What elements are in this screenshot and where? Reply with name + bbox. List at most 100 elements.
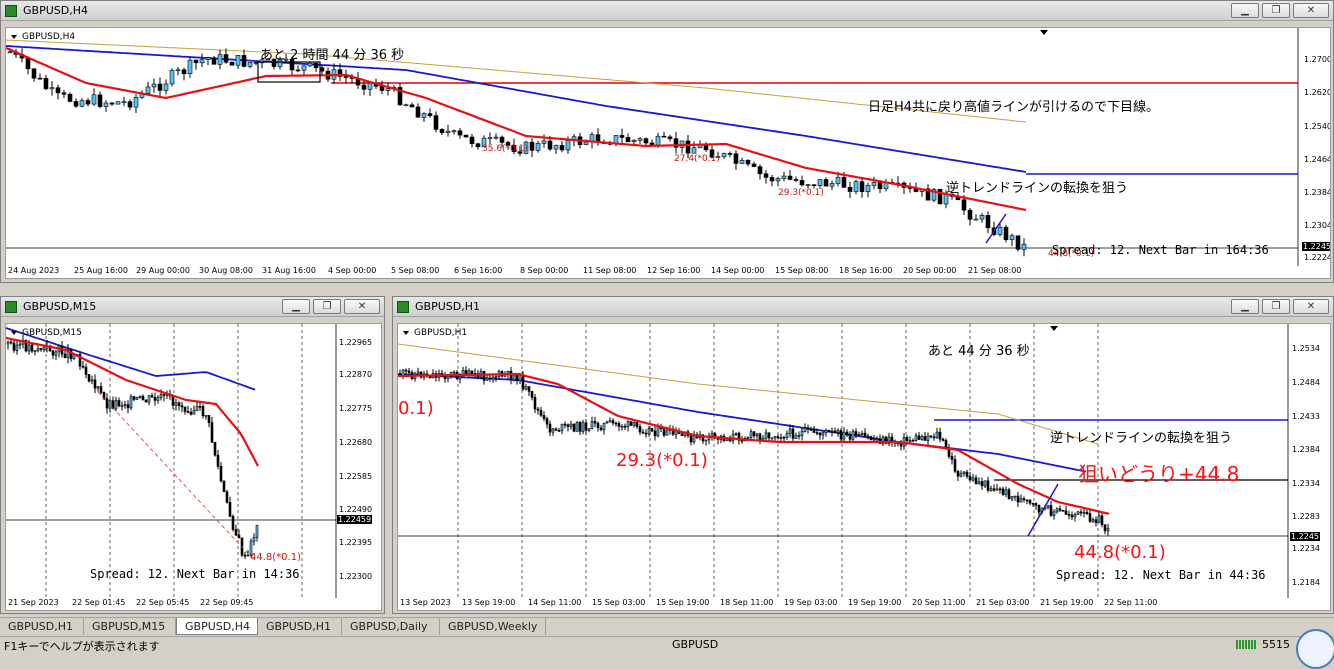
minimize-button[interactable]: ▁ [282,299,310,314]
restore-button[interactable]: ❐ [313,299,341,314]
candle-body [18,343,22,346]
candle-body [1049,505,1053,516]
candle-body [39,348,43,350]
candle-body [799,180,805,186]
candle-body [989,488,993,491]
candle-body [974,477,978,484]
candle-body [877,182,883,190]
candle-body [841,176,847,188]
close-button[interactable]: ✕ [1293,3,1329,18]
candle-body [174,402,178,406]
candle-body [1061,510,1065,512]
candle-body [917,435,921,440]
candle-body [49,87,55,90]
h1-x-label: 21 Sep 03:00 [976,598,1030,607]
h4-note-trendline: 逆トレンドラインの転換を狙う [946,181,1129,196]
candle-body [1064,510,1068,515]
h1-label-bottom: 44.8(*0.1) [1074,542,1166,563]
restore-button[interactable]: ❐ [1262,3,1290,18]
chart-menu-triangle-icon[interactable] [11,331,17,335]
candle-body [857,434,861,436]
h4-titlebar[interactable]: GBPUSD,H4 ▁ ❐ ✕ [1,1,1333,21]
candle-body [79,100,85,107]
candle-body [608,420,612,423]
candle-body [1003,226,1009,240]
candle-body [421,113,427,118]
minimize-button[interactable]: ▁ [1231,299,1259,314]
candle-body [252,537,256,542]
h1-chart-window[interactable]: GBPUSD,H1 ▁ ❐ ✕ GBPUSD,H1 あと 44 分 36 秒 逆… [392,296,1334,614]
candle-body [1046,505,1050,509]
candle-body [9,341,13,344]
h4-x-label: 8 Sep 00:00 [520,266,569,275]
tab-gbpusd-daily[interactable]: GBPUSD,Daily [342,618,440,635]
minimize-button[interactable]: ▁ [1231,3,1259,18]
candle-body [535,143,541,151]
candle-body [133,97,139,108]
candle-body [90,379,94,382]
close-button[interactable]: ✕ [344,299,380,314]
candle-body [1010,496,1014,500]
tab-gbpusd-h1[interactable]: GBPUSD,H1 [0,618,84,635]
candle-body [307,62,313,67]
h4-y-label: 1.2384 [1304,188,1331,197]
candle-body [782,436,786,439]
candle-body [650,428,654,432]
candle-body [1037,504,1041,513]
candle-body [632,422,636,426]
h4-chart-window[interactable]: GBPUSD,H4 ▁ ❐ ✕ GBPUSD,H4 あと 2 時間 44 分 3… [0,0,1334,283]
candle-body [583,141,589,145]
candle-body [138,395,142,398]
m15-y-label: 1.22490 [339,505,373,514]
h1-x-label: 13 Sep 19:00 [462,598,516,607]
candle-body [189,411,193,415]
candle-body [231,515,235,530]
h4-x-label: 18 Sep 16:00 [839,266,893,275]
candle-body [995,488,999,491]
candle-body [848,433,852,440]
h4-chart-area[interactable]: GBPUSD,H4 あと 2 時間 44 分 36 秒 日足H4共に戻り高値ライ… [5,27,1331,279]
m15-chart-window[interactable]: GBPUSD,M15 ▁ ❐ ✕ GBPUSD,M15 44.8(*0.1) S… [0,296,385,614]
candle-body [847,187,853,192]
candle-body [457,130,463,136]
candle-body [99,386,103,393]
chart-menu-triangle-icon[interactable] [403,331,409,335]
candle-body [401,369,405,376]
candle-body [563,423,567,426]
tab-gbpusd-m15[interactable]: GBPUSD,M15 [84,618,176,635]
candle-body [823,179,829,187]
candle-body [770,437,774,440]
candle-body [593,421,597,424]
h1-x-label: 13 Sep 2023 [400,598,451,607]
m15-y-label: 1.22300 [339,572,373,581]
candle-body [1034,503,1038,506]
chart-menu-triangle-icon[interactable] [11,35,17,39]
candle-body [665,430,669,436]
m15-chart-area[interactable]: GBPUSD,M15 44.8(*0.1) Spread: 12. Next B… [5,323,382,611]
candle-body [998,488,1002,491]
h1-titlebar[interactable]: GBPUSD,H1 ▁ ❐ ✕ [393,297,1333,317]
candle-body [689,435,693,443]
chart-window-icon [5,5,17,17]
candle-body [842,431,846,440]
candle-body [84,366,88,375]
h4-window-title: GBPUSD,H4 [23,4,88,17]
m15-titlebar[interactable]: GBPUSD,M15 ▁ ❐ ✕ [1,297,384,317]
h4-x-label: 24 Aug 2023 [8,266,60,275]
tab-gbpusd-h1-2[interactable]: GBPUSD,H1 [258,618,342,635]
restore-button[interactable]: ❐ [1262,299,1290,314]
h4-x-label: 11 Sep 08:00 [583,266,637,275]
candle-body [91,94,97,105]
tab-gbpusd-weekly[interactable]: GBPUSD,Weekly [440,618,546,635]
candle-body [818,432,822,436]
h1-chart-area[interactable]: GBPUSD,H1 あと 44 分 36 秒 逆トレンドラインの転換を狙う 狙い… [397,323,1331,611]
candle-body [704,439,708,442]
candle-body [111,400,115,409]
tab-gbpusd-h4[interactable]: GBPUSD,H4 [176,618,258,635]
candle-body [619,135,625,138]
h1-x-label: 22 Sep 11:00 [1104,598,1158,607]
h4-x-label: 4 Sep 00:00 [328,266,377,275]
close-button[interactable]: ✕ [1293,299,1329,314]
candle-body [587,428,591,431]
m15-bar-label: 44.8(*0.1) [250,552,301,563]
